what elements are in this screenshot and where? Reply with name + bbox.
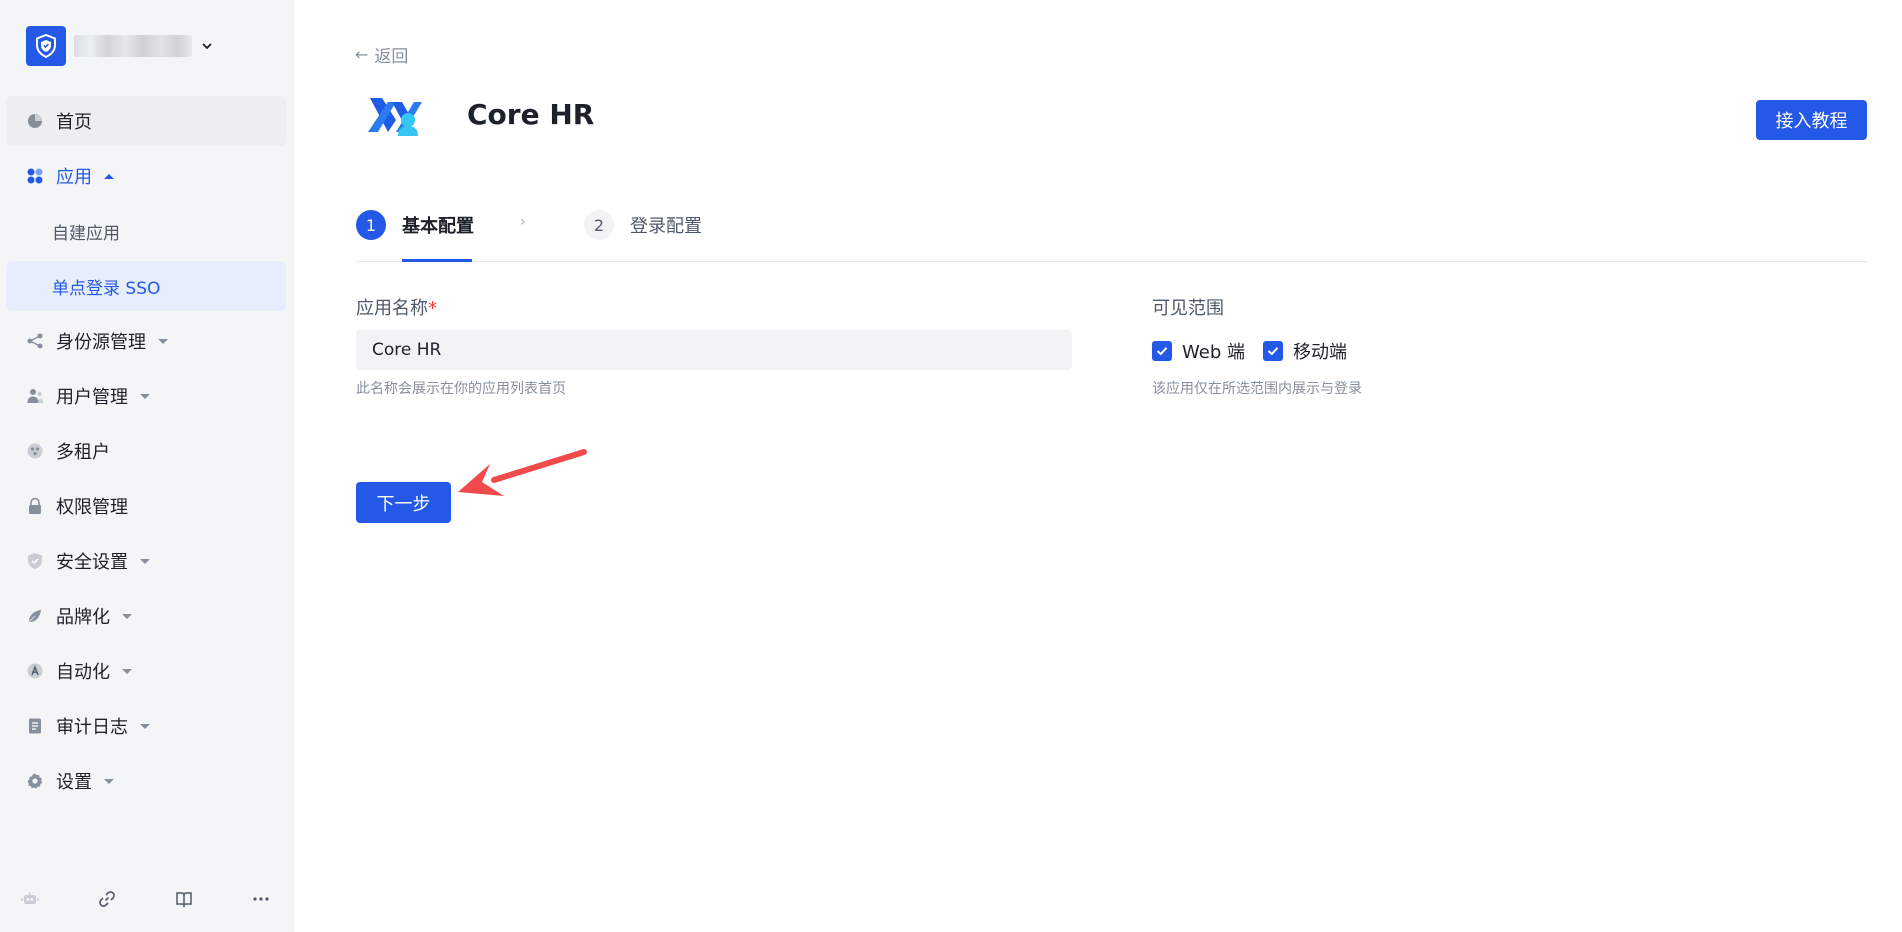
step-label: 登录配置 [630, 216, 702, 237]
book-icon[interactable] [173, 888, 195, 910]
back-label: 返回 [374, 47, 409, 67]
caret-up-icon [104, 173, 114, 179]
step-number: 2 [584, 210, 614, 240]
sidebar-item-label: 品牌化 [56, 607, 110, 628]
integration-tutorial-button[interactable]: 接入教程 [1756, 100, 1867, 140]
chevron-right-icon: › [520, 214, 526, 230]
org-logo [26, 26, 66, 66]
caret-down-icon [122, 668, 132, 674]
visibility-options: Web 端 移动端 [1152, 338, 1365, 364]
more-icon[interactable] [250, 888, 272, 910]
back-link[interactable]: ← 返回 [355, 42, 408, 67]
step-login-config[interactable]: 2 登录配置 [584, 210, 702, 240]
required-mark: * [428, 298, 437, 319]
sidebar-item-label: 自动化 [56, 662, 110, 683]
next-step-button[interactable]: 下一步 [356, 482, 451, 523]
automation-icon [26, 662, 44, 680]
document-icon [26, 717, 44, 735]
arrow-left-icon: ← [355, 45, 369, 64]
sidebar-item-identity[interactable]: 身份源管理 [6, 316, 286, 366]
app-name-input[interactable] [356, 330, 1072, 370]
gear-icon [26, 772, 44, 790]
sidebar-subitem-custom-apps[interactable]: 自建应用 [6, 206, 286, 256]
annotation-arrow-icon [458, 449, 587, 496]
lock-icon [26, 497, 44, 515]
active-step-indicator [402, 259, 472, 262]
sidebar-item-label: 权限管理 [56, 497, 128, 518]
sidebar-item-label: 安全设置 [56, 552, 128, 573]
sidebar-item-automation[interactable]: 自动化 [6, 646, 286, 696]
web-checkbox[interactable]: Web 端 [1152, 338, 1245, 364]
sidebar-footer [0, 880, 294, 916]
brush-icon [26, 607, 44, 625]
apps-icon [26, 167, 44, 185]
sidebar-item-branding[interactable]: 品牌化 [6, 591, 286, 641]
sidebar-nav: 首页 应用 自建应用 单点登录 SSO 身份源管理 用户管理 多租户 权限管理 … [6, 96, 286, 811]
sidebar-item-audit[interactable]: 审计日志 [6, 701, 286, 751]
step-label: 基本配置 [402, 216, 474, 237]
step-basic-config[interactable]: 1 基本配置 [356, 210, 474, 240]
chevron-down-icon [202, 43, 212, 50]
sidebar-item-label: 应用 [56, 167, 92, 188]
visibility-label: 可见范围 [1152, 298, 1224, 319]
sidebar-item-permissions[interactable]: 权限管理 [6, 481, 286, 531]
sidebar-item-home[interactable]: 首页 [6, 96, 286, 146]
checkbox-label: 移动端 [1292, 342, 1347, 363]
checkbox-label: Web 端 [1182, 342, 1245, 363]
sidebar-item-security[interactable]: 安全设置 [6, 536, 286, 586]
app-logo [368, 98, 422, 136]
caret-down-icon [122, 613, 132, 619]
step-number: 1 [356, 210, 386, 240]
app-name-label: 应用名称* [356, 294, 437, 320]
shield-icon [36, 33, 56, 59]
sidebar-item-label: 多租户 [56, 442, 110, 463]
app-name-hint: 此名称会展示在你的应用列表首页 [356, 381, 566, 397]
caret-down-icon [140, 558, 150, 564]
tenants-icon [26, 442, 44, 460]
sidebar-item-users[interactable]: 用户管理 [6, 371, 286, 421]
sidebar-item-apps[interactable]: 应用 [6, 151, 286, 201]
sidebar: 首页 应用 自建应用 单点登录 SSO 身份源管理 用户管理 多租户 权限管理 … [0, 0, 294, 932]
checkbox-checked-icon [1152, 341, 1172, 361]
visibility-hint: 该应用仅在所选范围内展示与登录 [1152, 381, 1362, 397]
sidebar-item-label: 用户管理 [56, 387, 128, 408]
sidebar-item-tenants[interactable]: 多租户 [6, 426, 286, 476]
users-icon [26, 387, 44, 405]
caret-down-icon [140, 393, 150, 399]
link-icon[interactable] [96, 888, 118, 910]
caret-down-icon [140, 723, 150, 729]
shield-check-icon [26, 552, 44, 570]
org-switcher[interactable] [16, 14, 224, 78]
checkbox-checked-icon [1262, 341, 1283, 361]
mobile-checkbox[interactable]: 移动端 [1262, 338, 1347, 364]
sidebar-item-label: 设置 [56, 772, 92, 793]
share-icon [26, 332, 44, 350]
sidebar-item-label: 审计日志 [56, 717, 128, 738]
sidebar-item-label: 首页 [56, 112, 92, 133]
caret-down-icon [158, 338, 168, 344]
steps-bar: 1 基本配置 › 2 登录配置 [356, 200, 1867, 262]
sidebar-subitem-sso[interactable]: 单点登录 SSO [6, 261, 286, 311]
robot-icon[interactable] [19, 888, 41, 910]
sidebar-item-settings[interactable]: 设置 [6, 756, 286, 806]
sidebar-item-label: 身份源管理 [56, 332, 146, 353]
pie-chart-icon [26, 112, 44, 130]
caret-down-icon [104, 778, 114, 784]
org-name-redacted [74, 35, 192, 57]
app-title: Core HR [467, 98, 595, 131]
app-name-label-text: 应用名称 [356, 298, 428, 319]
